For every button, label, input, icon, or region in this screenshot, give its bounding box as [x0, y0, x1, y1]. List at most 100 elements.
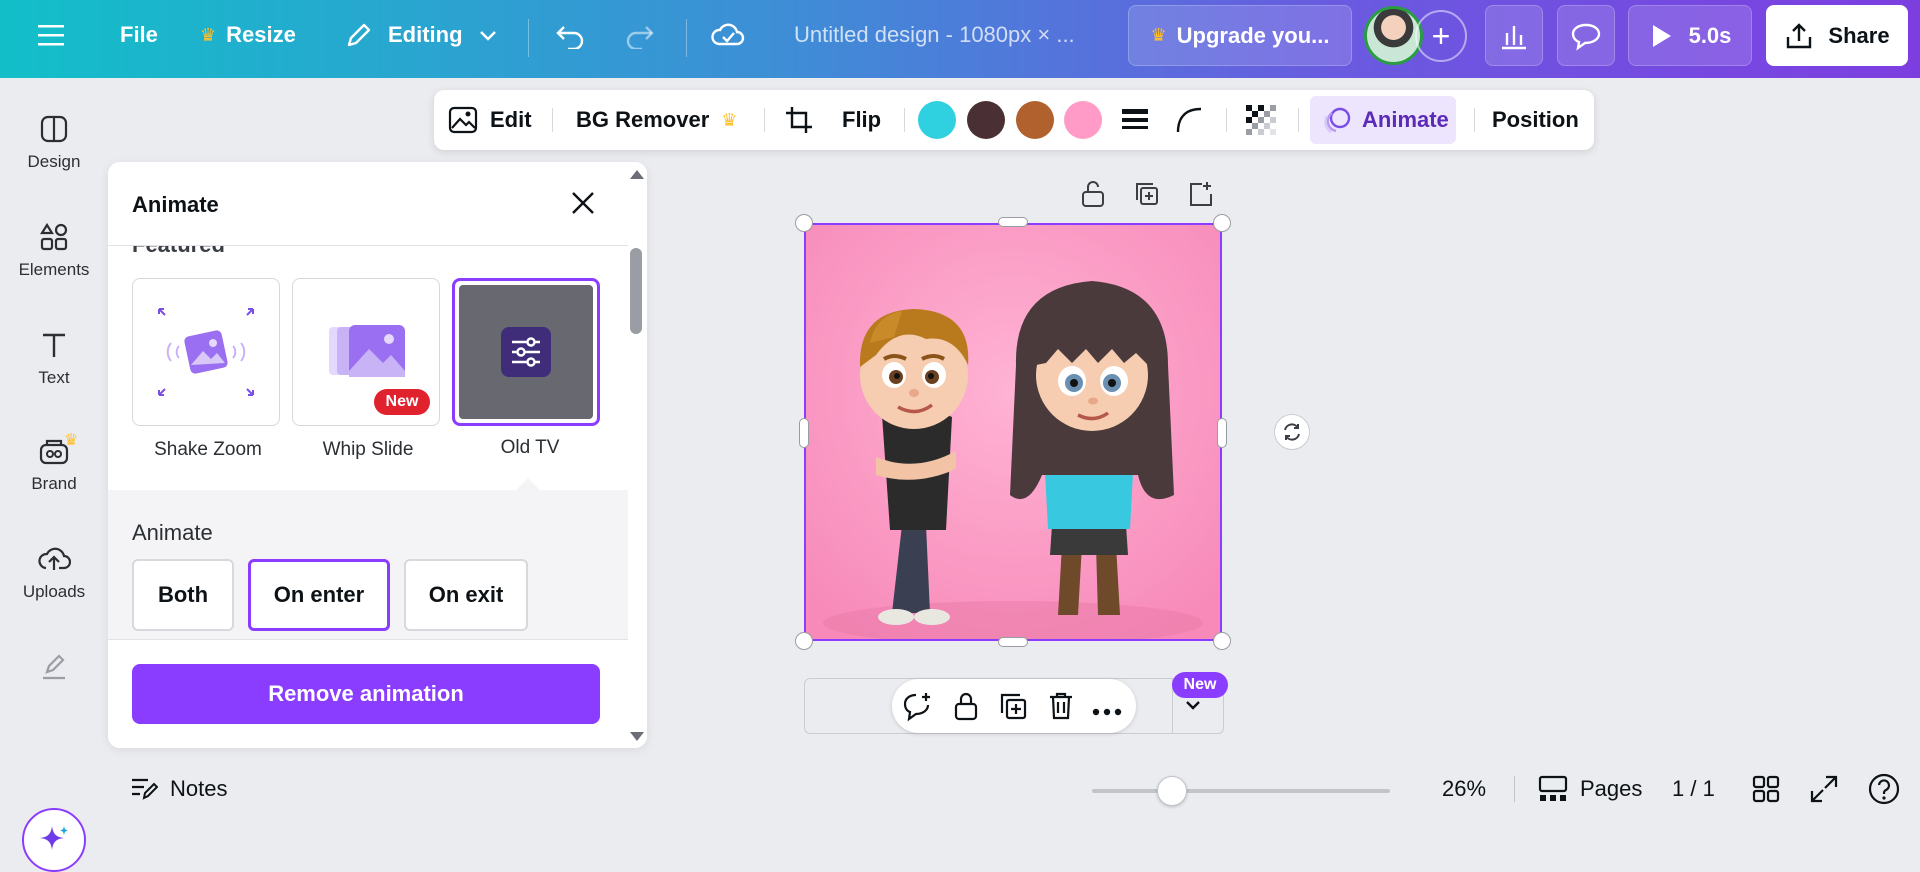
bg-remover-button[interactable]: BG Remover ♛	[576, 90, 737, 150]
undo-button[interactable]	[554, 0, 586, 70]
animate-button[interactable]: Animate	[1322, 90, 1449, 150]
close-panel-button[interactable]	[568, 188, 598, 223]
notes-label: Notes	[170, 776, 228, 801]
option-on-enter-button[interactable]: On enter	[248, 559, 390, 631]
option-both-button[interactable]: Both	[132, 559, 234, 631]
sidebar-item-label: Brand	[31, 474, 77, 493]
canvas-selected-image[interactable]	[804, 223, 1222, 641]
duplicate-icon	[1136, 183, 1158, 205]
cartoon-kids-illustration	[806, 225, 1220, 639]
present-button[interactable]: 5.0s	[1628, 5, 1752, 66]
sidebar-item-uploads[interactable]: Uploads	[0, 544, 108, 602]
resize-handle-bottom[interactable]	[998, 637, 1028, 647]
play-icon	[1652, 24, 1671, 47]
timeline-expand-button[interactable]	[1184, 696, 1202, 719]
trash-icon	[1050, 692, 1072, 720]
flip-button[interactable]: Flip	[842, 90, 881, 150]
bg-remover-label: BG Remover	[576, 107, 710, 132]
more-options-button[interactable]	[1092, 703, 1122, 721]
crop-button[interactable]	[784, 90, 814, 150]
fullscreen-button[interactable]	[1810, 760, 1838, 818]
editing-mode-button[interactable]: Editing	[344, 0, 499, 70]
add-collaborator-button[interactable]: +	[1415, 10, 1467, 62]
resize-handle-top[interactable]	[998, 217, 1028, 227]
animation-card-shake-zoom[interactable]: Shake Zoom	[132, 278, 280, 460]
redo-button[interactable]	[624, 0, 656, 70]
add-page-button[interactable]	[1188, 180, 1214, 213]
help-button[interactable]	[1868, 760, 1900, 818]
transparency-button[interactable]	[1246, 90, 1276, 150]
file-menu-button[interactable]: File	[120, 0, 158, 70]
resize-handle-bottom-right[interactable]	[1213, 632, 1231, 650]
sidebar-item-elements[interactable]: Elements	[0, 222, 108, 280]
comments-button[interactable]	[1557, 5, 1615, 66]
rotate-icon	[1284, 423, 1300, 441]
panel-header: Animate	[108, 162, 647, 246]
chevron-down-icon	[479, 31, 496, 41]
border-style-button[interactable]	[1120, 90, 1150, 150]
notes-button[interactable]: Notes	[130, 760, 227, 818]
bottom-bar: Notes 26% Pages 1 / 1	[108, 760, 1920, 818]
document-title[interactable]: Untitled design - 1080px × ...	[794, 0, 1075, 70]
color-swatch-cyan[interactable]	[918, 101, 956, 139]
zoom-slider-track[interactable]	[1092, 789, 1390, 793]
duplicate-button[interactable]	[998, 691, 1028, 726]
close-icon	[572, 192, 594, 214]
share-icon	[1787, 22, 1812, 48]
animation-card-old-tv[interactable]: Old TV	[452, 278, 600, 458]
zoom-slider-handle[interactable]	[1157, 776, 1187, 806]
expand-icon	[1810, 775, 1838, 803]
hamburger-icon	[38, 25, 64, 46]
add-comment-button[interactable]	[902, 691, 934, 728]
pages-button[interactable]: Pages	[1538, 760, 1642, 818]
corner-rounding-button[interactable]	[1174, 90, 1204, 150]
insights-button[interactable]	[1485, 5, 1543, 66]
edit-image-button[interactable]: Edit	[448, 90, 532, 150]
sidebar-item-text[interactable]: Text	[0, 330, 108, 388]
animate-label: Animate	[1362, 107, 1449, 132]
lock-element-button[interactable]	[1080, 180, 1106, 213]
save-status-button[interactable]	[710, 0, 746, 70]
zoom-percentage[interactable]: 26%	[1428, 760, 1500, 818]
position-button[interactable]: Position	[1492, 90, 1579, 150]
undo-icon	[556, 26, 584, 49]
add-page-icon	[1190, 182, 1212, 206]
sidebar-item-brand[interactable]: ♛ Brand	[0, 432, 108, 494]
duplicate-page-button[interactable]	[1134, 180, 1160, 213]
delete-button[interactable]	[1048, 691, 1074, 726]
sidebar-item-draw[interactable]	[0, 652, 108, 690]
old-tv-preview	[459, 285, 593, 419]
new-badge: New	[1172, 672, 1228, 698]
duration-label: 5.0s	[1688, 22, 1732, 48]
cloud-upload-icon	[38, 547, 71, 570]
color-swatch-pink[interactable]	[1064, 101, 1102, 139]
scroll-down-arrow[interactable]	[630, 732, 644, 741]
scroll-up-arrow[interactable]	[630, 170, 644, 179]
share-label: Share	[1828, 22, 1890, 48]
resize-handle-bottom-left[interactable]	[795, 632, 813, 650]
remove-animation-button[interactable]: Remove animation	[132, 664, 600, 724]
crown-icon: ♛	[1150, 25, 1167, 45]
color-swatch-brown[interactable]	[1016, 101, 1054, 139]
rotate-handle[interactable]	[1274, 414, 1310, 450]
resize-handle-right[interactable]	[1217, 418, 1227, 448]
sidebar-item-design[interactable]: Design	[0, 114, 108, 172]
left-rail: Design Elements Text ♛ Brand Uploads	[0, 78, 108, 872]
draw-pen-icon	[43, 654, 65, 680]
color-swatch-brown-dark[interactable]	[967, 101, 1005, 139]
resize-handle-left[interactable]	[799, 418, 809, 448]
resize-handle-top-right[interactable]	[1213, 214, 1231, 232]
image-edit-icon	[448, 106, 478, 134]
page-count: 1 / 1	[1672, 776, 1715, 801]
share-button[interactable]: Share	[1766, 5, 1908, 66]
upgrade-button[interactable]: ♛ Upgrade you...	[1128, 5, 1352, 66]
lock-button[interactable]	[952, 690, 980, 727]
option-on-exit-button[interactable]: On exit	[404, 559, 528, 631]
scrollbar-thumb[interactable]	[630, 248, 642, 334]
resize-button[interactable]: ♛ Resize	[200, 0, 296, 70]
main-menu-button[interactable]	[38, 0, 68, 70]
layout-icon	[40, 115, 68, 143]
resize-handle-top-left[interactable]	[795, 214, 813, 232]
resize-label: Resize	[226, 22, 296, 47]
grid-view-button[interactable]	[1752, 760, 1780, 818]
